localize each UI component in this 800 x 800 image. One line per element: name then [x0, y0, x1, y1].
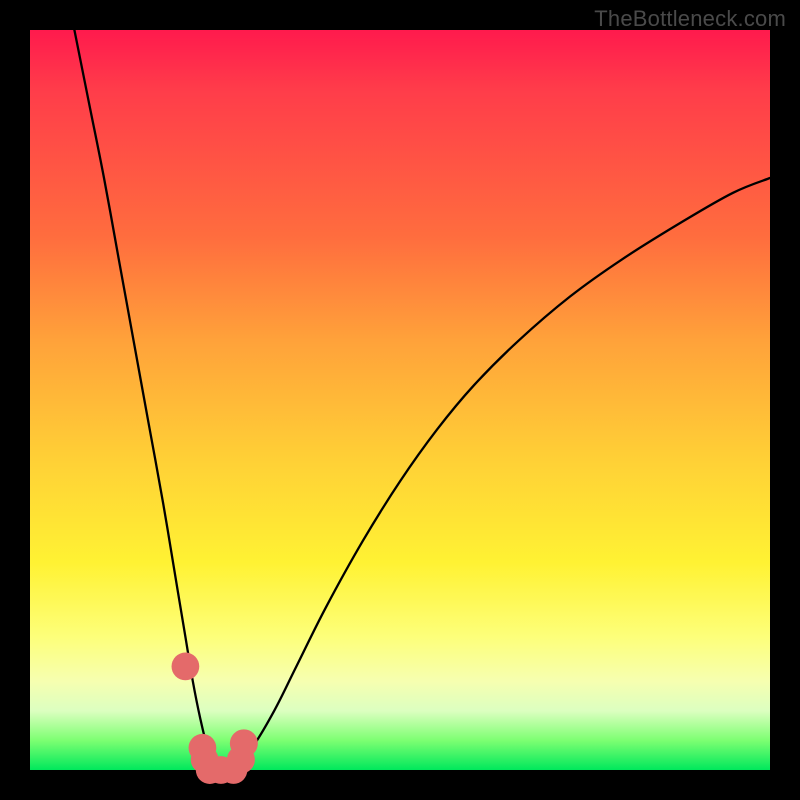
- data-marker: [172, 653, 200, 681]
- data-marker: [230, 729, 258, 757]
- chart-frame: TheBottleneck.com: [0, 0, 800, 800]
- watermark-label: TheBottleneck.com: [594, 6, 786, 32]
- bottleneck-curve: [30, 30, 770, 770]
- plot-area: [30, 30, 770, 770]
